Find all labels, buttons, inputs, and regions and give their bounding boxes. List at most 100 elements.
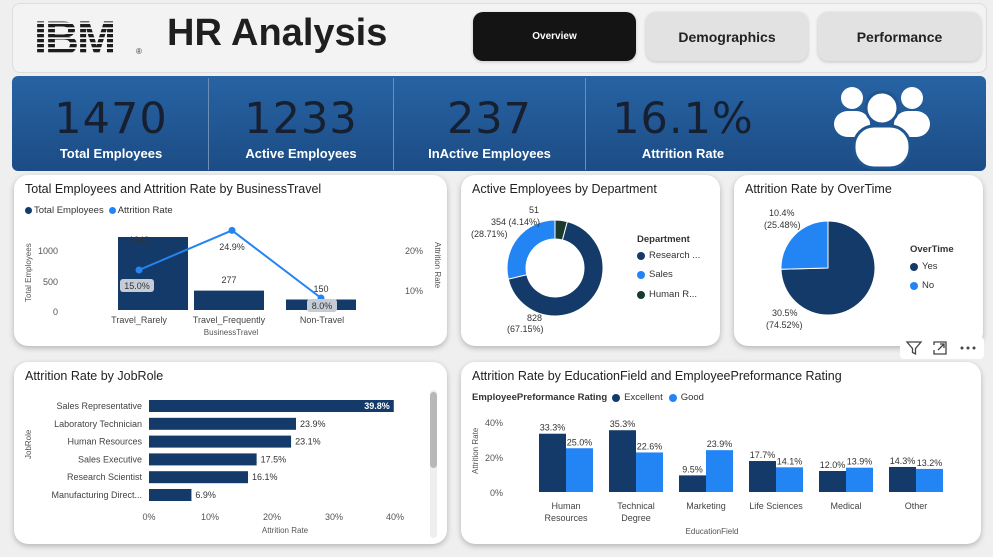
bar xyxy=(609,430,636,492)
bar-data-label: 16.1% xyxy=(252,472,278,482)
legend-swatch xyxy=(910,262,918,271)
bar-data-label: 35.3% xyxy=(610,419,636,429)
ibm-logo: IBM xyxy=(32,11,144,64)
bar-data-label: 9.5% xyxy=(682,464,703,474)
legend-item-sales[interactable]: Sales xyxy=(637,269,673,280)
bar-data-label: 23.9% xyxy=(707,439,733,449)
bars-group: 39.8% 23.9% 23.1% 17.5% 16.1% 6.9% xyxy=(149,400,394,501)
x-category-label: Human xyxy=(551,501,580,511)
legend-swatch xyxy=(637,270,645,279)
x-category-label: Travel_Frequently xyxy=(193,315,266,325)
bar xyxy=(846,467,873,492)
focus-mode-icon[interactable] xyxy=(931,339,949,357)
x-tick-label: 40% xyxy=(386,512,404,522)
rate-data-label: 24.9% xyxy=(219,242,245,252)
y-tick-label: 40% xyxy=(485,418,503,428)
donut-slice xyxy=(506,219,556,280)
bar-data-label: 13.2% xyxy=(917,458,943,468)
legend-label: No xyxy=(922,280,935,291)
kpi-inactive-employees-label: InActive Employees xyxy=(428,146,551,161)
slice-data-label: 51 xyxy=(529,205,539,215)
bar xyxy=(149,489,192,501)
bar-data-label: 17.5% xyxy=(261,454,287,464)
bar xyxy=(566,448,593,492)
legend-swatch xyxy=(637,251,645,260)
ibm-logo-graphic: IBM xyxy=(34,11,116,64)
kpi-active-employees-label: Active Employees xyxy=(245,146,357,161)
y2-axis-title: Attrition Rate xyxy=(433,242,442,289)
bar xyxy=(149,417,296,430)
bar xyxy=(194,290,264,310)
category-label: Human Resources xyxy=(67,437,142,447)
bar xyxy=(636,452,663,492)
y2-tick-label: 20% xyxy=(405,246,423,256)
tab-demographics[interactable]: Demographics xyxy=(646,12,808,61)
overtime-legend-title: OverTime xyxy=(910,244,954,255)
y-tick-label: 1000 xyxy=(38,246,58,256)
x-axis-title: EducationField xyxy=(686,527,739,536)
business-travel-card[interactable]: Total Employees and Attrition Rate by Bu… xyxy=(14,175,447,346)
bar-data-label: 39.8% xyxy=(364,401,390,411)
x-tick-label: 0% xyxy=(142,512,155,522)
bar-data-label: 23.9% xyxy=(300,419,326,429)
bar xyxy=(118,237,188,310)
legend-item-research[interactable]: Research ... xyxy=(637,250,700,261)
bar xyxy=(149,471,249,484)
slice-data-label: 30.5% xyxy=(772,308,798,318)
bar-data-label: 1043 xyxy=(129,235,149,245)
department-card[interactable]: Active Employees by Department 51 354 (4… xyxy=(461,175,720,346)
bar-data-label: 17.7% xyxy=(750,450,776,460)
tab-overview[interactable]: Overview xyxy=(473,12,636,61)
scrollbar-thumb[interactable] xyxy=(430,392,437,468)
y-axis-title: JobRole xyxy=(24,429,33,459)
x-category-label: Medical xyxy=(830,501,861,511)
x-category-label: Marketing xyxy=(686,501,726,511)
legend-item-no[interactable]: No xyxy=(910,280,934,291)
svg-text:IBM: IBM xyxy=(34,14,114,58)
slice-data-label: 828 xyxy=(527,313,542,323)
more-options-icon[interactable] xyxy=(957,339,979,357)
pie-group xyxy=(780,220,876,316)
x-category-label: Travel_Rarely xyxy=(111,315,167,325)
slice-data-label: 354 (4.14%) xyxy=(491,217,540,227)
legend-swatch xyxy=(637,290,645,299)
legend-swatch xyxy=(910,281,918,290)
bar-data-label: 12.0% xyxy=(820,460,846,470)
x-axis-title: Attrition Rate xyxy=(262,526,309,535)
slice-data-label: (25.48%) xyxy=(764,220,801,230)
rate-point xyxy=(228,226,236,234)
tab-performance[interactable]: Performance xyxy=(818,12,981,61)
category-label: Laboratory Technician xyxy=(54,419,142,429)
kpi-active-employees: 1233 Active Employees xyxy=(209,78,393,170)
jobrole-card[interactable]: Attrition Rate by JobRole JobRole Sales … xyxy=(14,362,447,544)
department-legend-title: Department xyxy=(637,234,690,245)
slice-data-label: (28.71%) xyxy=(471,229,508,239)
legend-label: Sales xyxy=(649,269,673,280)
y-tick-label: 0% xyxy=(490,488,503,498)
category-label: Sales Representative xyxy=(56,401,142,411)
bar-data-label: 14.3% xyxy=(890,456,916,466)
rate-point xyxy=(135,266,143,274)
x-category-label: Resources xyxy=(544,513,588,523)
slice-data-label: (67.15%) xyxy=(507,324,544,334)
legend-item-yes[interactable]: Yes xyxy=(910,261,938,272)
bar xyxy=(706,450,733,492)
y-tick-label: 500 xyxy=(43,277,58,287)
bar xyxy=(749,461,776,492)
y-tick-label: 20% xyxy=(485,453,503,463)
legend-item-hr[interactable]: Human R... xyxy=(637,289,697,300)
filter-icon[interactable] xyxy=(905,339,923,357)
kpi-active-employees-value: 1233 xyxy=(244,94,358,144)
legend-label: Yes xyxy=(922,261,938,272)
bar-data-label: 23.1% xyxy=(295,437,321,447)
overtime-card[interactable]: Attrition Rate by OverTime 10.4% (25.48%… xyxy=(734,175,983,346)
kpi-inactive-employees: 237 InActive Employees xyxy=(394,78,585,170)
bar-data-label: 277 xyxy=(221,275,236,285)
education-card[interactable]: Attrition Rate by EducationField and Emp… xyxy=(461,362,981,544)
education-bar-chart: Attrition Rate 40% 20% 0% 33.3%25.0% Huma… xyxy=(471,418,943,536)
x-tick-label: 30% xyxy=(325,512,343,522)
bar xyxy=(889,466,916,492)
kpi-total-employees-value: 1470 xyxy=(54,94,168,144)
kpi-attrition-rate-label: Attrition Rate xyxy=(641,146,725,161)
donut-group xyxy=(506,219,604,317)
